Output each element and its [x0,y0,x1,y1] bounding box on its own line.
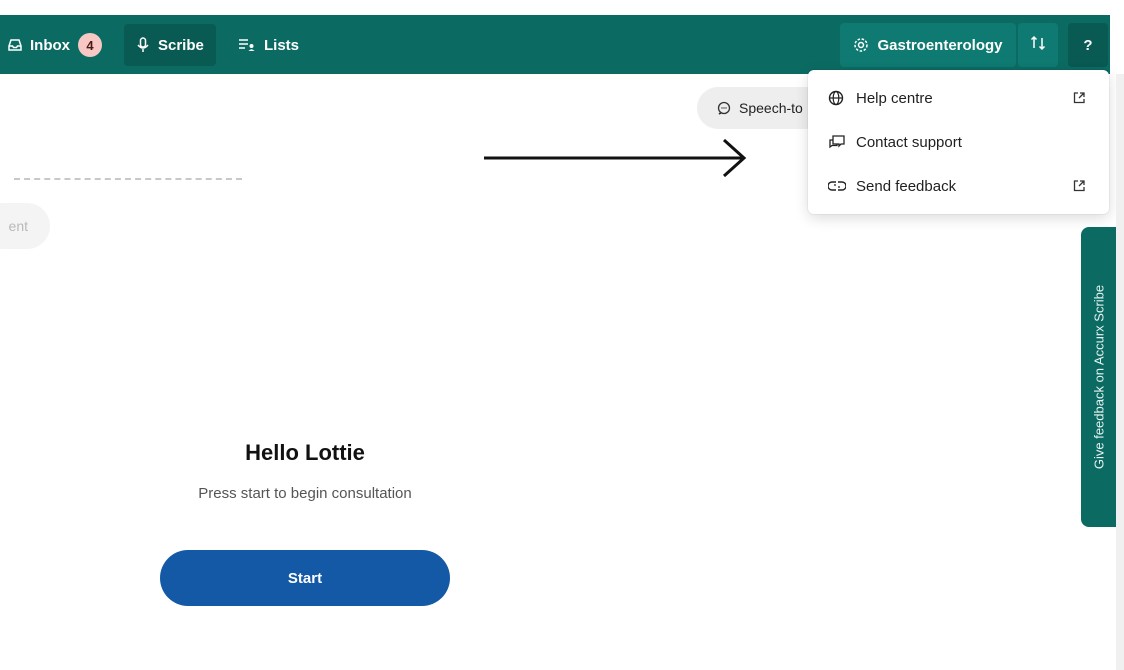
switch-org-button[interactable] [1018,23,1058,67]
specialty-selector-button[interactable]: Gastroenterology [840,23,1016,67]
nav-item-lists[interactable]: Lists [238,24,299,66]
microphone-icon [136,37,150,53]
help-menu-dropdown: Help centre Contact support Send feedbac… [808,70,1109,214]
menu-item-send-feedback[interactable]: Send feedback [808,164,1109,208]
globe-icon [828,90,844,106]
menu-item-label: Help centre [856,89,933,107]
nav-item-label: Inbox [30,36,70,54]
scrollbar-track[interactable] [1116,74,1124,670]
side-tab-label: Give feedback on Accurx Scribe [1091,284,1107,470]
menu-item-contact-support[interactable]: Contact support [808,120,1109,164]
list-icon [238,38,256,52]
chat-icon [828,134,846,150]
external-link-icon [1072,91,1086,105]
nav-item-scribe[interactable]: Scribe [124,24,216,66]
menu-item-label: Send feedback [856,177,957,195]
swap-arrows-icon [1029,34,1047,57]
give-feedback-side-tab[interactable]: Give feedback on Accurx Scribe [1081,227,1117,527]
start-button[interactable]: Start [160,550,450,606]
greeting-heading: Hello Lottie [245,440,365,465]
specialty-label: Gastroenterology [877,36,1003,54]
menu-item-label: Contact support [856,133,962,151]
nav-item-inbox[interactable]: Inbox 4 [8,24,102,66]
chip-label: Speech-to [739,100,803,116]
help-button[interactable]: ? [1068,23,1108,67]
nav-item-label: Scribe [158,36,204,54]
top-nav-bar: Inbox 4 Scribe Lists Gastroenterology ? [0,15,1110,74]
instruction-text: Press start to begin consultation [198,485,412,502]
external-link-icon [1072,179,1086,193]
feedback-icon [828,179,846,193]
menu-item-help-centre[interactable]: Help centre [808,76,1109,120]
speech-bubble-icon [717,101,731,115]
divider [14,178,242,180]
nav-item-label: Lists [264,36,300,54]
gear-icon [853,37,869,53]
annotation-arrow [484,138,747,178]
faded-pill[interactable]: ent [0,203,50,249]
inbox-icon [8,38,22,52]
inbox-count-badge: 4 [78,33,102,57]
